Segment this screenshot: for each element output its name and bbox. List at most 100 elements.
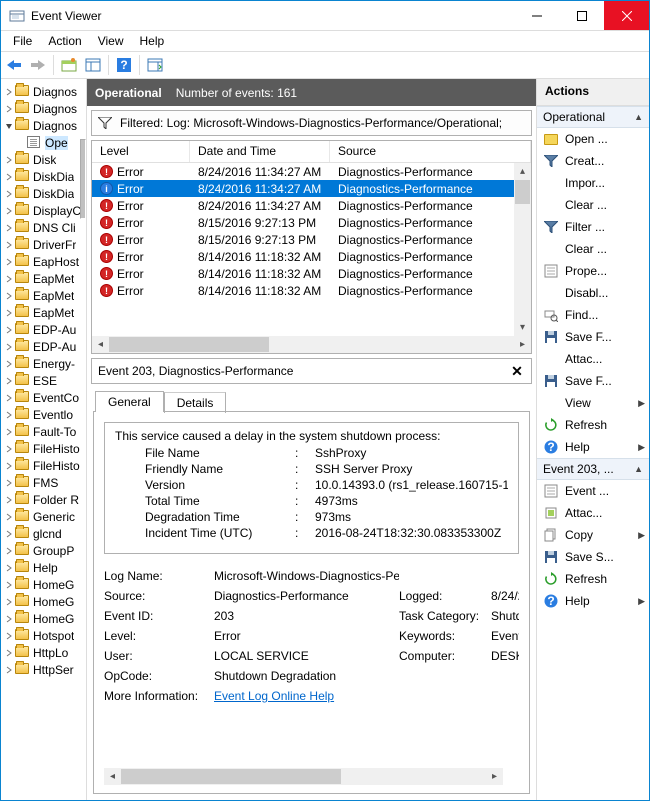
tree-item[interactable]: FileHisto xyxy=(3,457,86,474)
menu-help[interactable]: Help xyxy=(132,32,173,50)
online-help-link[interactable]: Event Log Online Help xyxy=(214,689,334,703)
action-item[interactable]: Clear ... xyxy=(537,194,649,216)
action-item[interactable]: Creat... xyxy=(537,150,649,172)
event-row[interactable]: !Error8/14/2016 11:18:32 AMDiagnostics-P… xyxy=(92,265,531,282)
action-item[interactable]: ?Help▶ xyxy=(537,436,649,458)
event-row[interactable]: !Error8/24/2016 11:34:27 AMDiagnostics-P… xyxy=(92,163,531,180)
action-item[interactable]: Attac... xyxy=(537,348,649,370)
list-vertical-scrollbar[interactable]: ▴ ▾ xyxy=(514,163,531,336)
minimize-button[interactable] xyxy=(514,1,559,30)
forward-button[interactable] xyxy=(27,54,49,76)
action-item[interactable]: Save F... xyxy=(537,326,649,348)
tree-item[interactable]: Fault-To xyxy=(3,423,86,440)
tree-item[interactable]: EDP-Au xyxy=(3,321,86,338)
tree-item[interactable]: EDP-Au xyxy=(3,338,86,355)
filter-icon xyxy=(543,219,559,235)
detail-horizontal-scrollbar[interactable]: ◂ ▸ xyxy=(104,768,503,785)
action-item[interactable]: Attac... xyxy=(537,502,649,524)
tree-item[interactable]: Diagnos xyxy=(3,100,86,117)
tree-item[interactable]: HttpLo xyxy=(3,644,86,661)
tree-item[interactable]: HttpSer xyxy=(3,661,86,678)
tree-item[interactable]: DNS Cli xyxy=(3,219,86,236)
maximize-button[interactable] xyxy=(559,1,604,30)
tab-details[interactable]: Details xyxy=(164,392,227,413)
tree-item[interactable]: EventCo xyxy=(3,389,86,406)
action-item[interactable]: Find... xyxy=(537,304,649,326)
action-item[interactable]: View▶ xyxy=(537,392,649,414)
tree-item[interactable]: HomeG xyxy=(3,576,86,593)
toolbar-console-icon[interactable] xyxy=(58,54,80,76)
event-row[interactable]: !Error8/15/2016 9:27:13 PMDiagnostics-Pe… xyxy=(92,214,531,231)
action-item[interactable]: Prope... xyxy=(537,260,649,282)
tree-item[interactable]: HomeG xyxy=(3,593,86,610)
action-item[interactable]: ?Help▶ xyxy=(537,590,649,612)
tree-item[interactable]: DriverFr xyxy=(3,236,86,253)
tree-item[interactable]: EapMet xyxy=(3,287,86,304)
action-item[interactable]: Refresh xyxy=(537,568,649,590)
col-source[interactable]: Source xyxy=(330,141,531,162)
menu-file[interactable]: File xyxy=(5,32,40,50)
event-row[interactable]: !Error8/24/2016 11:34:27 AMDiagnostics-P… xyxy=(92,197,531,214)
action-item[interactable]: Clear ... xyxy=(537,238,649,260)
event-row[interactable]: iError8/24/2016 11:34:27 AMDiagnostics-P… xyxy=(92,180,531,197)
action-item[interactable]: Event ... xyxy=(537,480,649,502)
tab-general[interactable]: General xyxy=(95,391,164,412)
toolbar: ? xyxy=(1,51,649,79)
center-pane: Operational Number of events: 161 Filter… xyxy=(87,79,537,800)
list-horizontal-scrollbar[interactable]: ◂ ▸ xyxy=(92,336,531,353)
close-button[interactable] xyxy=(604,1,649,30)
action-item[interactable]: Save F... xyxy=(537,370,649,392)
action-item[interactable]: Filter ... xyxy=(537,216,649,238)
action-item[interactable]: Copy▶ xyxy=(537,524,649,546)
tree-splitter[interactable] xyxy=(80,139,86,219)
col-date[interactable]: Date and Time xyxy=(190,141,330,162)
tree-item[interactable]: Eventlo xyxy=(3,406,86,423)
tree-item[interactable]: EapMet xyxy=(3,304,86,321)
tree-item[interactable]: HomeG xyxy=(3,610,86,627)
toolbar-preview-icon[interactable] xyxy=(144,54,166,76)
tree-item[interactable]: DiskDia xyxy=(3,168,86,185)
tab-general-page: This service caused a delay in the syste… xyxy=(93,411,530,794)
tree-item[interactable]: FMS xyxy=(3,474,86,491)
tree-item[interactable]: EapHost xyxy=(3,253,86,270)
navigation-tree[interactable]: DiagnosDiagnosDiagnosOpeDiskDiskDiaDiskD… xyxy=(1,79,87,800)
tree-item[interactable]: Help xyxy=(3,559,86,576)
tree-item[interactable]: DisplayC xyxy=(3,202,86,219)
tree-item[interactable]: glcnd xyxy=(3,525,86,542)
actions-group-event[interactable]: Event 203, ...▲ xyxy=(537,458,649,480)
tree-item[interactable]: Diagnos xyxy=(3,83,86,100)
tree-item[interactable]: Diagnos xyxy=(3,117,86,134)
tree-item[interactable]: FileHisto xyxy=(3,440,86,457)
blank-icon xyxy=(543,395,559,411)
event-properties: Log Name:Microsoft-Windows-Diagnostics-P… xyxy=(104,566,519,706)
tree-item[interactable]: Ope xyxy=(3,134,86,151)
tree-item[interactable]: EapMet xyxy=(3,270,86,287)
tree-item[interactable]: Disk xyxy=(3,151,86,168)
tree-item[interactable]: GroupP xyxy=(3,542,86,559)
action-item[interactable]: Open ... xyxy=(537,128,649,150)
tree-item[interactable]: Energy- xyxy=(3,355,86,372)
tree-item[interactable]: Hotspot xyxy=(3,627,86,644)
blank-icon xyxy=(543,285,559,301)
detail-close-icon[interactable]: ✕ xyxy=(509,363,525,380)
toolbar-window-icon[interactable] xyxy=(82,54,104,76)
action-item[interactable]: Refresh xyxy=(537,414,649,436)
event-row[interactable]: !Error8/14/2016 11:18:32 AMDiagnostics-P… xyxy=(92,248,531,265)
action-item[interactable]: Impor... xyxy=(537,172,649,194)
event-row[interactable]: !Error8/15/2016 9:27:13 PMDiagnostics-Pe… xyxy=(92,231,531,248)
menu-view[interactable]: View xyxy=(90,32,132,50)
tree-item[interactable]: ESE xyxy=(3,372,86,389)
tree-item[interactable]: DiskDia xyxy=(3,185,86,202)
back-button[interactable] xyxy=(3,54,25,76)
toolbar-help-icon[interactable]: ? xyxy=(113,54,135,76)
col-level[interactable]: Level xyxy=(92,141,190,162)
actions-group-operational[interactable]: Operational▲ xyxy=(537,106,649,128)
log-name: Operational xyxy=(95,86,162,100)
action-item[interactable]: Disabl... xyxy=(537,282,649,304)
action-item[interactable]: Save S... xyxy=(537,546,649,568)
event-row[interactable]: !Error8/14/2016 11:18:32 AMDiagnostics-P… xyxy=(92,282,531,299)
menu-action[interactable]: Action xyxy=(40,32,89,50)
tree-item[interactable]: Generic xyxy=(3,508,86,525)
tree-item[interactable]: Folder R xyxy=(3,491,86,508)
refresh-icon xyxy=(543,571,559,587)
